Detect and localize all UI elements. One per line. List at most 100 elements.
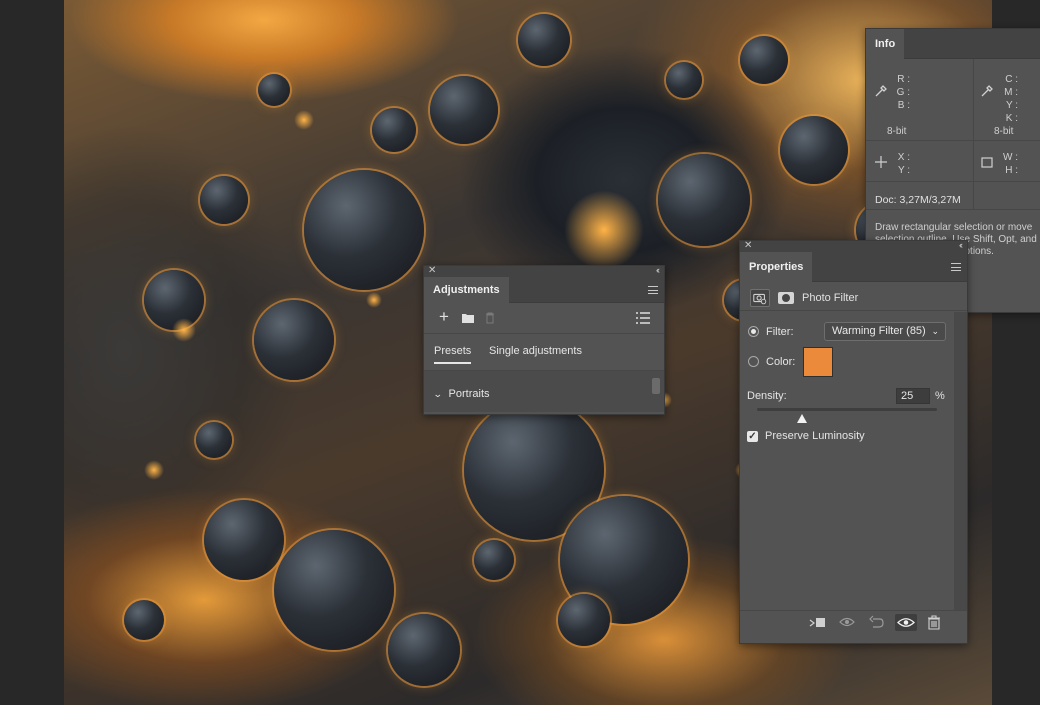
image-texture [666, 62, 702, 98]
info-tabbar: Info [866, 29, 1040, 59]
eyedropper-icon[interactable] [874, 84, 888, 98]
crosshair-icon [875, 156, 887, 168]
adjustments-tabbar: Adjustments [424, 277, 664, 303]
image-texture [254, 300, 334, 380]
properties-tabbar: Properties [740, 252, 967, 282]
adjustments-subtabs: Presets Single adjustments [424, 335, 664, 369]
image-texture [196, 422, 232, 458]
image-texture [144, 460, 164, 480]
image-texture [518, 14, 570, 66]
collapse-icon[interactable]: ‹‹ [656, 265, 660, 276]
bit-depth-left: 8-bit [887, 126, 907, 137]
properties-drag-bar[interactable]: ✕ ‹‹ [740, 240, 967, 252]
chevron-down-icon: ⌄ [931, 326, 939, 336]
preserve-luminosity-checkbox[interactable]: ✓ [747, 431, 758, 442]
x-label: X : [897, 152, 910, 163]
image-texture [474, 540, 514, 580]
image-texture [200, 176, 248, 224]
image-texture [124, 600, 164, 640]
image-texture [204, 500, 284, 580]
preserve-luminosity-label: Preserve Luminosity [765, 430, 865, 442]
color-swatch[interactable] [803, 347, 833, 377]
camera-icon [753, 293, 767, 305]
image-texture [740, 36, 788, 84]
image-texture [558, 594, 610, 646]
trash-icon[interactable] [485, 312, 495, 324]
density-input[interactable]: 25 [896, 388, 930, 404]
rgb-b-label: B : [897, 100, 910, 111]
presets-list: ⌄ Portraits [424, 370, 664, 412]
properties-panel: ✕ ‹‹ Properties Photo Filter Filter: War… [739, 240, 968, 644]
properties-scrollbar[interactable] [954, 312, 967, 612]
image-texture [658, 154, 750, 246]
filter-label: Filter: [766, 326, 794, 338]
info-color-readout: R : G : B : 8-bit C : M : Y : K : 8-bit [866, 59, 1040, 141]
color-radio[interactable] [748, 356, 759, 367]
eyedropper-cmyk-icon[interactable] [980, 84, 994, 98]
y-label: Y : [897, 165, 910, 176]
density-unit: % [935, 390, 945, 402]
filter-select[interactable]: Warming Filter (85) ⌄ [824, 322, 946, 341]
tab-info[interactable]: Info [866, 29, 905, 59]
tab-properties[interactable]: Properties [740, 252, 813, 282]
panel-menu-icon[interactable] [951, 263, 961, 271]
image-texture [274, 530, 394, 650]
bit-depth-right: 8-bit [994, 126, 1014, 137]
filter-select-value: Warming Filter (85) [832, 325, 926, 337]
camera-adjustment-icon[interactable] [750, 289, 770, 307]
scrollbar[interactable] [652, 378, 660, 394]
adjustment-type-label: Photo Filter [802, 292, 859, 304]
density-label: Density: [747, 390, 787, 402]
adjustments-toolbar: + [424, 303, 664, 334]
image-texture [294, 110, 314, 130]
reset-icon[interactable] [867, 614, 887, 631]
tab-presets[interactable]: Presets [434, 345, 472, 364]
add-icon[interactable]: + [439, 308, 449, 325]
image-texture [366, 292, 382, 308]
list-item-portraits[interactable]: ⌄ Portraits [433, 388, 490, 400]
visibility-toggle[interactable] [895, 614, 917, 631]
photo-filter-controls: Filter: Warming Filter (85) ⌄ Color: Den… [740, 312, 956, 612]
properties-footer [740, 610, 967, 633]
view-previous-icon[interactable] [838, 614, 858, 631]
close-icon[interactable]: ✕ [744, 240, 752, 251]
image-texture [304, 170, 424, 290]
folder-icon[interactable] [462, 313, 474, 323]
image-texture [780, 116, 848, 184]
cmyk-k-label: K : [1005, 113, 1018, 124]
tab-adjustments[interactable]: Adjustments [424, 277, 509, 303]
close-icon[interactable]: ✕ [428, 265, 436, 276]
portraits-label: Portraits [448, 388, 490, 400]
filter-radio[interactable] [748, 326, 759, 337]
h-label: H : [1005, 165, 1018, 176]
list-view-icon[interactable] [636, 312, 650, 324]
clip-to-layer-icon[interactable] [808, 614, 828, 631]
info-hint-divider [866, 209, 1040, 210]
image-texture [172, 318, 196, 342]
doc-size: Doc: 3,27M/3,27M [875, 194, 961, 206]
adjustments-drag-bar[interactable]: ✕ ‹‹ [424, 265, 664, 277]
image-texture [144, 270, 204, 330]
image-texture [430, 76, 498, 144]
delete-icon[interactable] [925, 614, 943, 631]
selection-size-icon [981, 157, 993, 168]
layer-mask-icon[interactable] [778, 292, 794, 304]
info-position-readout: X : Y : W : H : [866, 142, 1040, 182]
image-texture [388, 614, 460, 686]
info-divider [973, 59, 974, 209]
cmyk-y-label: Y : [1005, 100, 1018, 111]
panel-menu-icon[interactable] [648, 286, 658, 294]
cmyk-c-label: C : [1005, 74, 1018, 85]
adjustment-layer-header: Photo Filter [740, 286, 967, 311]
rgb-g-label: G : [896, 87, 910, 98]
color-label: Color: [766, 356, 796, 368]
density-slider[interactable] [757, 408, 937, 411]
rgb-r-label: R : [897, 74, 910, 85]
image-texture [372, 108, 416, 152]
tab-single-adjustments[interactable]: Single adjustments [489, 345, 582, 357]
visibility-icon [897, 618, 915, 627]
w-label: W : [1003, 152, 1018, 163]
image-texture [564, 190, 644, 270]
collapse-icon[interactable]: ‹‹ [959, 240, 963, 251]
density-slider-handle[interactable] [797, 414, 807, 423]
